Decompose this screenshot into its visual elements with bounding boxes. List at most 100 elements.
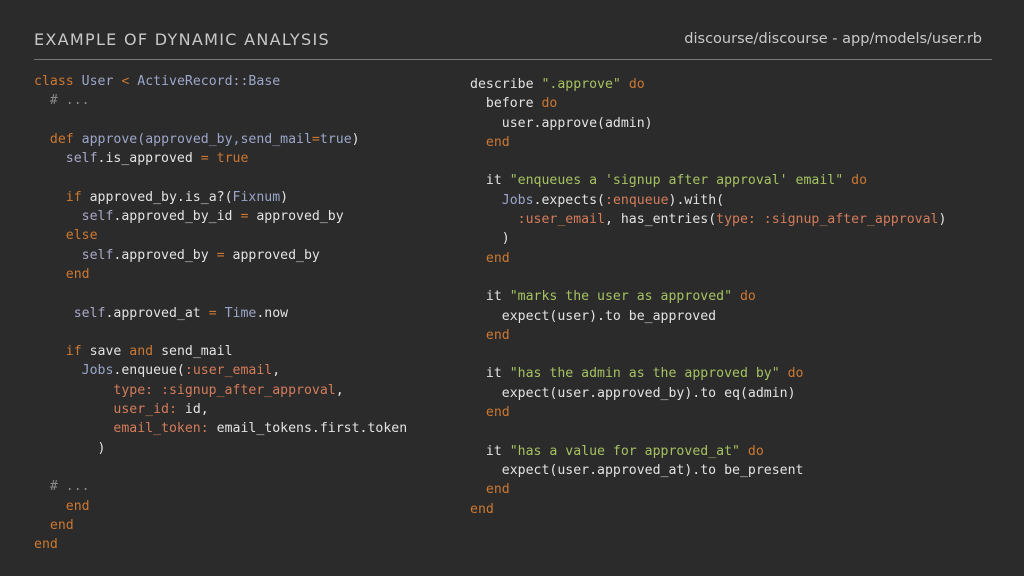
code-token: ) — [351, 131, 360, 147]
code-line: class User < ActiveRecord::Base — [34, 72, 407, 91]
code-line: :user_email, has_entries(type: :signup_a… — [470, 210, 947, 229]
code-token: it — [470, 173, 510, 189]
code-token: .approved_by_id — [113, 209, 241, 225]
code-token: end — [485, 250, 510, 266]
code-token: ) — [280, 189, 289, 205]
code-token: approved_by — [248, 209, 344, 225]
code-token: approved_by — [224, 247, 320, 263]
code-token: self — [73, 305, 106, 321]
code-token: self — [81, 247, 114, 263]
code-line: end — [470, 403, 946, 422]
code-token: , — [272, 363, 281, 379]
code-line: expect(user).to be_approved — [470, 307, 946, 326]
code-token: id, — [176, 402, 209, 418]
code-token: save — [81, 344, 130, 360]
code-token: Jobs — [81, 363, 114, 379]
code-token: end — [65, 266, 90, 282]
code-token: email_token: — [113, 421, 209, 437]
code-token: .enqueue( — [113, 363, 185, 379]
code-token: = — [216, 247, 225, 263]
code-line: ) — [34, 439, 407, 458]
code-line: end — [470, 249, 946, 268]
code-token: type: :signup_after_approval — [716, 212, 939, 228]
code-line: end — [470, 500, 946, 519]
code-token: true — [319, 131, 352, 147]
code-token: .now — [256, 305, 289, 321]
code-line: def approve(approved_by,send_mail=true) — [34, 130, 407, 149]
code-token: "marks the user as approved" — [509, 289, 733, 305]
code-token: and — [129, 344, 154, 360]
code-token: send_mail — [153, 344, 233, 360]
code-line: self.approved_by = approved_by — [34, 246, 407, 265]
code-token: true — [216, 151, 249, 167]
code-token: "enqueues a 'signup after approval' emai… — [509, 173, 844, 189]
code-line: # ... — [34, 91, 407, 110]
code-line: it "marks the user as approved" do — [470, 287, 946, 306]
code-token: .expects( — [533, 192, 605, 208]
code-token: if — [65, 344, 82, 360]
code-line: ) — [470, 229, 946, 248]
code-token: :user_email — [517, 212, 605, 228]
code-token: email_tokens.first.token — [208, 421, 408, 437]
code-token: do — [628, 77, 645, 92]
code-token: do — [541, 96, 558, 112]
code-token: .is_approved — [97, 151, 201, 167]
code-token: do — [739, 289, 756, 305]
code-token: = — [311, 131, 320, 147]
code-token: ).with( — [668, 192, 725, 208]
code-token: user.approve(admin) — [470, 115, 653, 131]
code-token: approve(approved_by,send_mail — [81, 131, 312, 147]
spec-code-block: describe ".approve" do before do user.ap… — [470, 75, 946, 519]
code-token: type: :signup_after_approval — [113, 382, 336, 398]
code-token: end — [485, 405, 510, 421]
code-token: ) — [34, 440, 106, 456]
code-line: type: :signup_after_approval, — [34, 381, 407, 400]
code-line: # ... — [34, 477, 407, 496]
code-token: end — [485, 327, 510, 343]
header-divider — [34, 59, 992, 60]
code-token: end — [49, 517, 74, 533]
code-token: approved_by.is_a?( — [81, 189, 233, 205]
code-line: before do — [470, 94, 946, 113]
code-line: user.approve(admin) — [470, 114, 946, 133]
code-line: if save and send_mail — [34, 342, 407, 361]
code-line: end — [34, 265, 407, 284]
code-line: end — [34, 516, 407, 535]
code-token: it — [470, 443, 510, 459]
code-token: = — [208, 305, 217, 321]
code-line: Jobs.enqueue(:user_email, — [34, 361, 407, 380]
code-token: # ... — [49, 479, 90, 495]
code-token: Jobs — [501, 192, 534, 208]
code-token: :user_email — [184, 363, 273, 379]
slide-title: EXAMPLE OF DYNAMIC ANALYSIS — [34, 30, 330, 49]
code-token: it — [470, 366, 510, 382]
code-line: end — [34, 497, 407, 516]
code-token: end — [34, 537, 58, 553]
source-code-block: class User < ActiveRecord::Base # ... de… — [34, 72, 407, 554]
code-token: ".approve" — [541, 77, 621, 92]
code-line: if approved_by.is_a?(Fixnum) — [34, 188, 407, 207]
code-token: ) — [938, 212, 947, 228]
code-token: user_id: — [113, 402, 177, 418]
code-line: Jobs.expects(:enqueue).with( — [470, 191, 946, 210]
code-token: Time — [224, 305, 257, 321]
